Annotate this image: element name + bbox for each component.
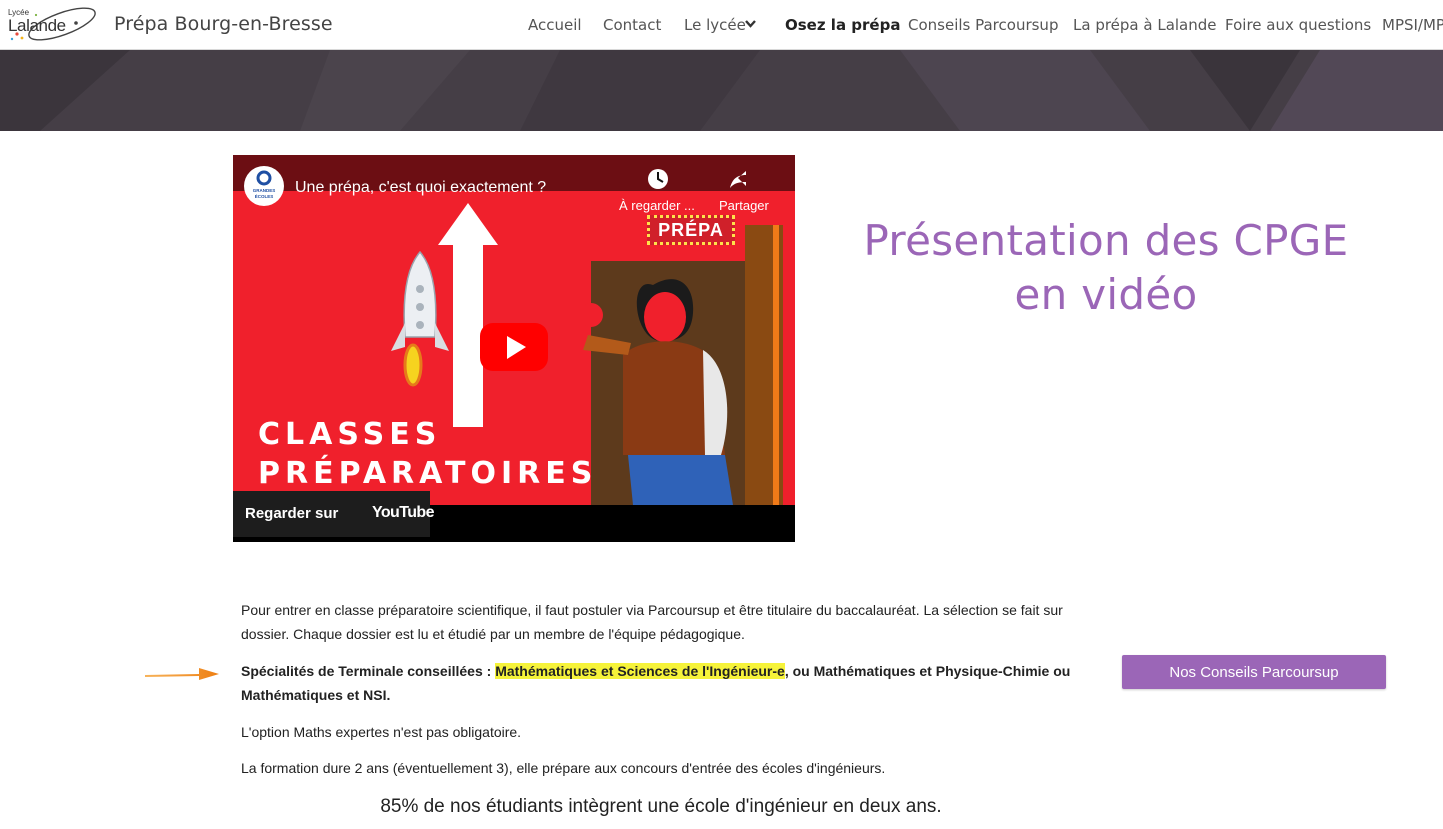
- chevron-down-icon[interactable]: [744, 19, 757, 29]
- nav-foire-aux-questions[interactable]: Foire aux questions: [1225, 16, 1371, 34]
- nav-la-prepa-a-lalande[interactable]: La prépa à Lalande: [1073, 16, 1217, 34]
- nav-contact[interactable]: Contact: [603, 16, 661, 34]
- channel-badge-line2: ÉCOLES: [255, 192, 274, 199]
- share-label[interactable]: Partager: [719, 198, 769, 213]
- youtube-wordmark[interactable]: YouTube: [372, 504, 434, 522]
- success-statement: 85% de nos étudiants intègrent une école…: [380, 796, 942, 817]
- watch-later-label[interactable]: À regarder ...: [619, 198, 695, 213]
- nav-accueil[interactable]: Accueil: [528, 16, 582, 34]
- nav-le-lycee-label: Le lycée: [684, 16, 746, 34]
- hero-banner: [0, 50, 1443, 131]
- arrow-right-icon: [145, 668, 219, 680]
- thumbnail-text-line2: PRÉPARATOIRES: [258, 456, 598, 491]
- nav-osez-la-prepa[interactable]: Osez la prépa: [785, 16, 900, 34]
- clock-icon[interactable]: [648, 169, 668, 189]
- parcoursup-advice-button[interactable]: Nos Conseils Parcoursup: [1122, 655, 1386, 689]
- site-header: Lycée Lalande Prépa Bourg-en-Bresse Accu…: [0, 0, 1443, 50]
- thumbnail-text-line1: CLASSES: [258, 417, 442, 452]
- intro-paragraph: Pour entrer en classe préparatoire scien…: [241, 602, 1063, 642]
- duration-paragraph: La formation dure 2 ans (éventuellement …: [241, 760, 886, 776]
- banner-pattern: [0, 50, 1443, 131]
- video-embed[interactable]: GRANDES ÉCOLES Une prépa, c'est quoi exa…: [233, 155, 795, 542]
- maths-option-paragraph: L'option Maths expertes n'est pas obliga…: [241, 724, 522, 740]
- video-title[interactable]: Une prépa, c'est quoi exactement ?: [295, 179, 546, 197]
- prepa-sign: PRÉPA: [647, 215, 735, 245]
- nav-conseils-parcoursup[interactable]: Conseils Parcoursup: [908, 16, 1058, 34]
- nav-le-lycee[interactable]: Le lycée: [684, 16, 746, 34]
- section-heading: Présentation des CPGE en vidéo: [863, 216, 1349, 319]
- specialities-paragraph: Spécialités de Terminale conseillées : M…: [241, 659, 1081, 707]
- channel-badge-line1: GRANDES: [253, 188, 276, 193]
- watch-on-label[interactable]: Regarder sur: [245, 505, 338, 522]
- main-nav: Accueil Contact Le lycée Osez la prépa C…: [0, 16, 1443, 36]
- nav-mpsi-mp[interactable]: MPSI/MP: [1382, 16, 1443, 34]
- specialities-prefix: Spécialités de Terminale conseillées :: [241, 663, 496, 679]
- specialities-highlight: Mathématiques et Sciences de l'Ingénieur…: [495, 663, 785, 679]
